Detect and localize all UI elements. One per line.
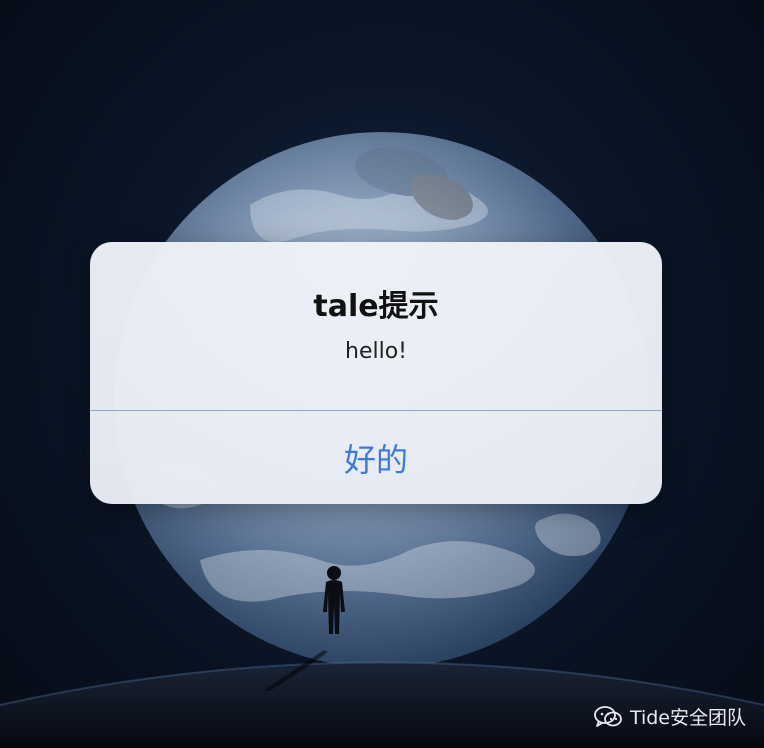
dialog-message: hello! [345, 339, 407, 364]
dialog-title: tale提示 [313, 289, 439, 324]
alert-dialog: tale提示 hello! 好的 [90, 242, 662, 504]
wechat-icon [594, 705, 622, 728]
ok-button[interactable]: 好的 [90, 411, 662, 504]
watermark: Tide安全团队 [594, 703, 746, 730]
watermark-label: Tide安全团队 [629, 707, 746, 729]
